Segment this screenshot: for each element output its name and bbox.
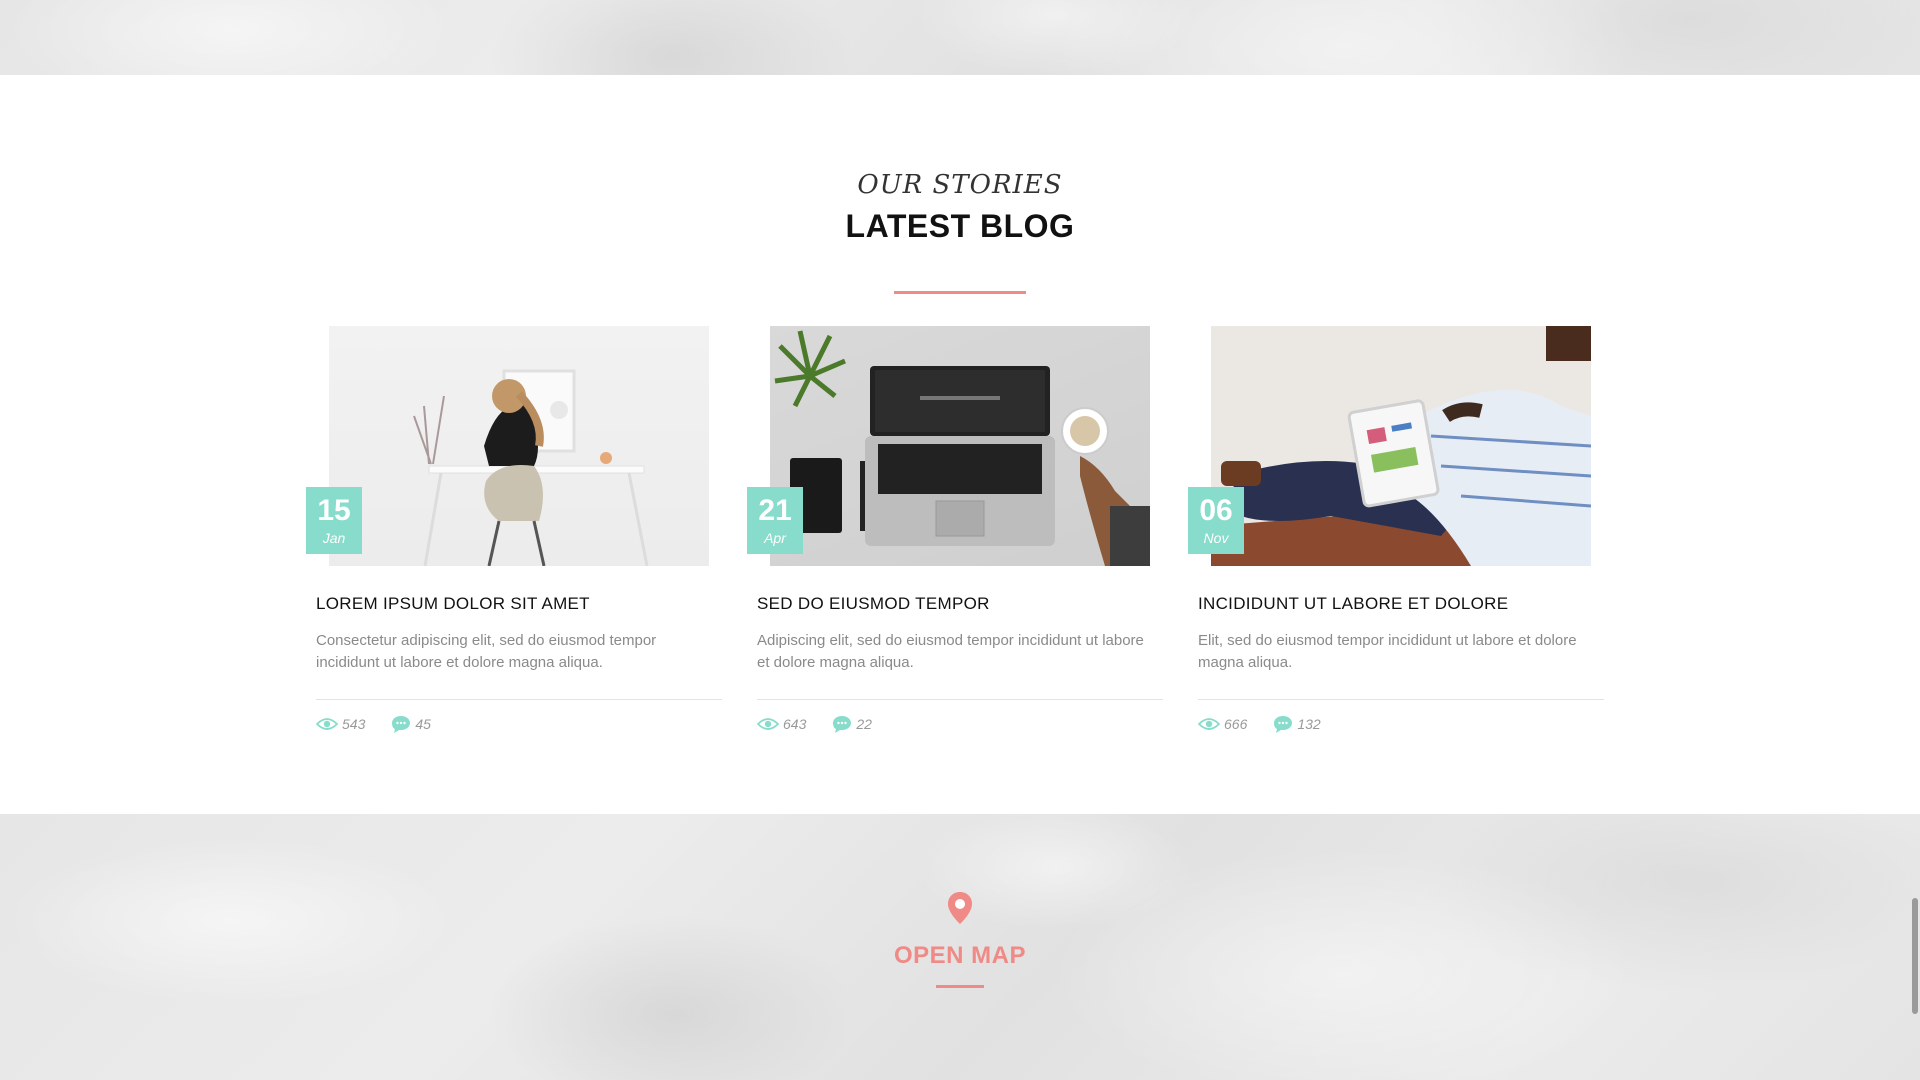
comments-count-group: 132 [1273, 715, 1321, 733]
blog-card-image[interactable] [770, 326, 1150, 566]
date-month: Nov [1203, 530, 1229, 546]
eye-icon [1198, 718, 1220, 730]
views-count-group: 543 [316, 716, 365, 732]
blog-card-title[interactable]: LOREM IPSUM DOLOR SIT AMET [316, 594, 590, 614]
map-pin-icon[interactable] [946, 891, 974, 925]
date-badge: 06 Nov [1188, 487, 1244, 554]
date-day: 21 [758, 494, 792, 527]
section-title: LATEST BLOG [845, 208, 1075, 244]
card-meta: 666 132 [1198, 715, 1347, 733]
comments-count-group: 22 [832, 715, 872, 733]
comments-count: 22 [856, 716, 872, 732]
blog-card-image[interactable] [329, 326, 709, 566]
blog-card-excerpt: Consectetur adipiscing elit, sed do eius… [316, 632, 657, 671]
eye-icon [757, 718, 779, 730]
date-month: Apr [764, 530, 786, 546]
eye-icon [316, 718, 338, 730]
comments-count: 45 [415, 716, 431, 732]
blog-card-title[interactable]: INCIDIDUNT UT LABORE ET DOLORE [1198, 594, 1508, 614]
card-divider [316, 699, 722, 700]
blog-card-excerpt: Elit, sed do eiusmod tempor incididunt u… [1198, 632, 1577, 671]
open-map-underline [936, 985, 984, 988]
marble-background-top [0, 0, 1920, 75]
comments-count-group: 45 [391, 715, 431, 733]
card-divider [1198, 699, 1604, 700]
comment-icon [833, 716, 852, 733]
comment-icon [392, 716, 411, 733]
views-count-group: 643 [757, 716, 806, 732]
blog-card-title[interactable]: SED DO EIUSMOD TEMPOR [757, 594, 990, 614]
views-count-group: 666 [1198, 716, 1247, 732]
card-meta: 643 22 [757, 715, 898, 733]
card-meta: 543 45 [316, 715, 457, 733]
date-month: Jan [322, 530, 346, 546]
card-divider [757, 699, 1163, 700]
scrollbar-thumb[interactable] [1912, 898, 1918, 1014]
date-badge: 15 Jan [306, 487, 362, 554]
blog-card-excerpt: Adipiscing elit, sed do eiusmod tempor i… [757, 632, 1144, 671]
blog-card-image[interactable] [1211, 326, 1591, 566]
date-day: 06 [1199, 494, 1233, 527]
title-divider [894, 291, 1026, 294]
views-count: 643 [783, 716, 807, 732]
open-map-link[interactable]: OPEN MAP [0, 942, 1920, 970]
date-badge: 21 Apr [747, 487, 803, 554]
views-count: 666 [1224, 716, 1248, 732]
views-count: 543 [342, 716, 366, 732]
section-subtitle: OUR STORIES [857, 170, 1063, 200]
comments-count: 132 [1297, 716, 1321, 732]
comment-icon [1274, 716, 1293, 733]
date-day: 15 [317, 494, 351, 527]
